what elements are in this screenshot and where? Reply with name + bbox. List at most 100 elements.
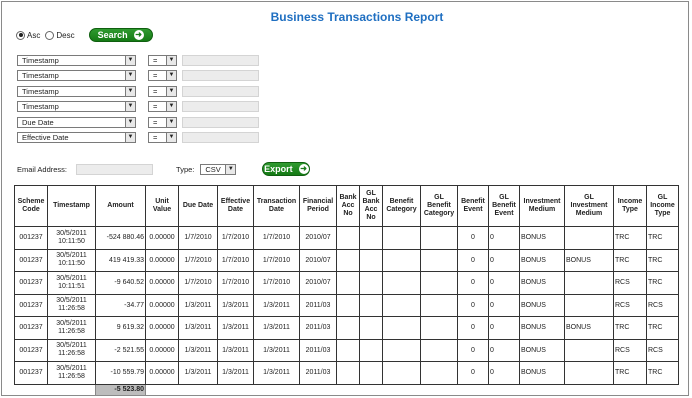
table-cell: TRC — [613, 361, 647, 385]
filter-field-select[interactable]: Effective Date ▼ — [17, 131, 136, 143]
column-header[interactable]: Timestamp — [47, 185, 96, 227]
filter-value-input[interactable] — [182, 131, 259, 143]
filter-value-input[interactable] — [182, 116, 259, 128]
export-row: Email Address: Type: CSV ▼ Export ➜ — [17, 162, 311, 176]
filter-operator-value: = — [153, 86, 158, 96]
table-cell: 0 — [457, 293, 489, 317]
table-cell: 1/7/2010 — [178, 271, 218, 295]
chevron-down-icon[interactable]: ▼ — [125, 132, 135, 142]
filter-value-input[interactable] — [182, 70, 259, 82]
filter-operator-select[interactable]: = ▼ — [148, 131, 177, 143]
table-row[interactable]: 001237 30/5/2011 10:11:50 419 419.33 0.0000… — [14, 248, 679, 272]
chevron-down-icon[interactable]: ▼ — [166, 86, 176, 96]
filter-operator-select[interactable]: = ▼ — [148, 116, 177, 128]
table-cell — [359, 338, 383, 362]
column-header[interactable]: Financial Period — [299, 185, 337, 227]
table-cell: -524 880.46 — [95, 226, 146, 250]
column-header[interactable]: GL Income Type — [646, 185, 679, 227]
column-header[interactable]: Unit Value — [145, 185, 179, 227]
filter-field-value: Timestamp — [22, 102, 59, 112]
table-cell — [382, 316, 421, 340]
column-header[interactable]: GL Investment Medium — [564, 185, 614, 227]
chevron-down-icon[interactable]: ▼ — [166, 56, 176, 65]
column-header[interactable]: GL Bank Acc No — [359, 185, 383, 227]
export-button[interactable]: Export ➜ — [262, 162, 311, 176]
desc-radio[interactable] — [45, 30, 55, 40]
column-header[interactable]: Effective Date — [217, 185, 254, 227]
asc-radio[interactable] — [16, 30, 25, 40]
filter-value-input[interactable] — [182, 55, 259, 66]
table-cell: 1/7/2010 — [253, 248, 300, 272]
chevron-down-icon[interactable]: ▼ — [225, 164, 236, 174]
filter-operator-value: = — [153, 117, 158, 127]
column-header[interactable]: Benefit Event — [457, 185, 489, 227]
filter-value-input[interactable] — [182, 101, 259, 113]
filter-field-select[interactable]: Timestamp ▼ — [17, 70, 136, 82]
chevron-down-icon[interactable]: ▼ — [125, 102, 135, 112]
chevron-down-icon[interactable]: ▼ — [166, 71, 176, 81]
email-field[interactable] — [76, 163, 154, 175]
export-button-label: Export — [264, 164, 293, 174]
table-cell: 0 — [457, 248, 489, 272]
table-cell — [382, 293, 421, 317]
table-cell — [382, 361, 421, 385]
table-cell: RCS — [646, 293, 679, 317]
filter-field-select[interactable]: Timestamp ▼ — [17, 85, 136, 97]
column-header[interactable]: GL Benefit Event — [488, 185, 520, 227]
table-row[interactable]: 001237 30/5/2011 10:11:51 -9 640.52 0.00000… — [14, 271, 679, 295]
table-cell: 30/5/2011 10:11:50 — [47, 248, 96, 272]
table-cell — [420, 361, 458, 385]
table-row[interactable]: 001237 30/5/2011 10:11:50 -524 880.46 0.000… — [14, 226, 679, 250]
column-header[interactable]: Investment Medium — [519, 185, 565, 227]
column-header[interactable]: Scheme Code — [14, 185, 48, 227]
search-button[interactable]: Search ➜ — [88, 28, 153, 42]
table-cell: 0.00000 — [145, 248, 179, 272]
chevron-down-icon[interactable]: ▼ — [125, 56, 135, 65]
table-cell: 2010/07 — [299, 271, 337, 295]
column-header[interactable]: Income Type — [613, 185, 647, 227]
column-header[interactable]: Bank Acc No — [336, 185, 360, 227]
table-cell: 1/7/2010 — [217, 226, 254, 250]
table-cell: RCS — [613, 293, 647, 317]
chevron-down-icon[interactable]: ▼ — [166, 102, 176, 112]
table-cell: 1/7/2010 — [217, 271, 254, 295]
column-header[interactable]: GL Benefit Category — [420, 185, 458, 227]
table-cell: 2011/03 — [299, 361, 337, 385]
filter-field-select[interactable]: Timestamp ▼ — [17, 101, 136, 113]
desc-label: Desc — [56, 30, 75, 40]
table-row[interactable]: 001237 30/5/2011 11:26:58 -34.77 0.00000 1/3… — [14, 293, 679, 317]
filter-operator-select[interactable]: = ▼ — [148, 70, 177, 82]
type-select[interactable]: CSV ▼ — [200, 163, 237, 175]
table-cell — [564, 293, 614, 317]
table-cell: 0 — [457, 226, 489, 250]
table-cell: 1/3/2011 — [253, 361, 300, 385]
chevron-down-icon[interactable]: ▼ — [125, 117, 135, 127]
email-label: Email Address: — [17, 164, 68, 174]
table-cell: 001237 — [14, 361, 48, 385]
table-cell — [336, 338, 360, 362]
table-row[interactable]: 001237 30/5/2011 11:26:58 -2 521.55 0.00000… — [14, 338, 679, 362]
filter-operator-select[interactable]: = ▼ — [148, 101, 177, 113]
filter-operator-select[interactable]: = ▼ — [148, 85, 177, 97]
filter-operator-select[interactable]: = ▼ — [148, 55, 177, 66]
table-row[interactable]: 001237 30/5/2011 11:26:58 9 619.32 0.00000 1… — [14, 316, 679, 340]
filter-field-select[interactable]: Timestamp ▼ — [17, 55, 136, 66]
filter-field-value: Timestamp — [22, 56, 59, 65]
type-select-value: CSV — [205, 164, 221, 174]
column-header[interactable]: Transaction Date — [253, 185, 300, 227]
chevron-down-icon[interactable]: ▼ — [125, 71, 135, 81]
chevron-down-icon[interactable]: ▼ — [166, 117, 176, 127]
transactions-table: Scheme Code Timestamp Amount Unit Value Due … — [14, 185, 679, 395]
column-header[interactable]: Amount — [95, 185, 146, 227]
table-cell — [336, 271, 360, 295]
filter-field-select[interactable]: Due Date ▼ — [17, 116, 136, 128]
report-window: Business Transactions Report Asc Desc Se… — [1, 1, 689, 396]
chevron-down-icon[interactable]: ▼ — [125, 86, 135, 96]
table-cell: 1/3/2011 — [178, 338, 218, 362]
table-row[interactable]: 001237 30/5/2011 11:26:58 -10 559.79 0.0000… — [14, 361, 679, 385]
column-header[interactable]: Due Date — [178, 185, 218, 227]
chevron-down-icon[interactable]: ▼ — [166, 132, 176, 142]
column-header[interactable]: Benefit Category — [382, 185, 421, 227]
filter-value-input[interactable] — [182, 85, 259, 97]
table-cell: BONUS — [519, 338, 565, 362]
